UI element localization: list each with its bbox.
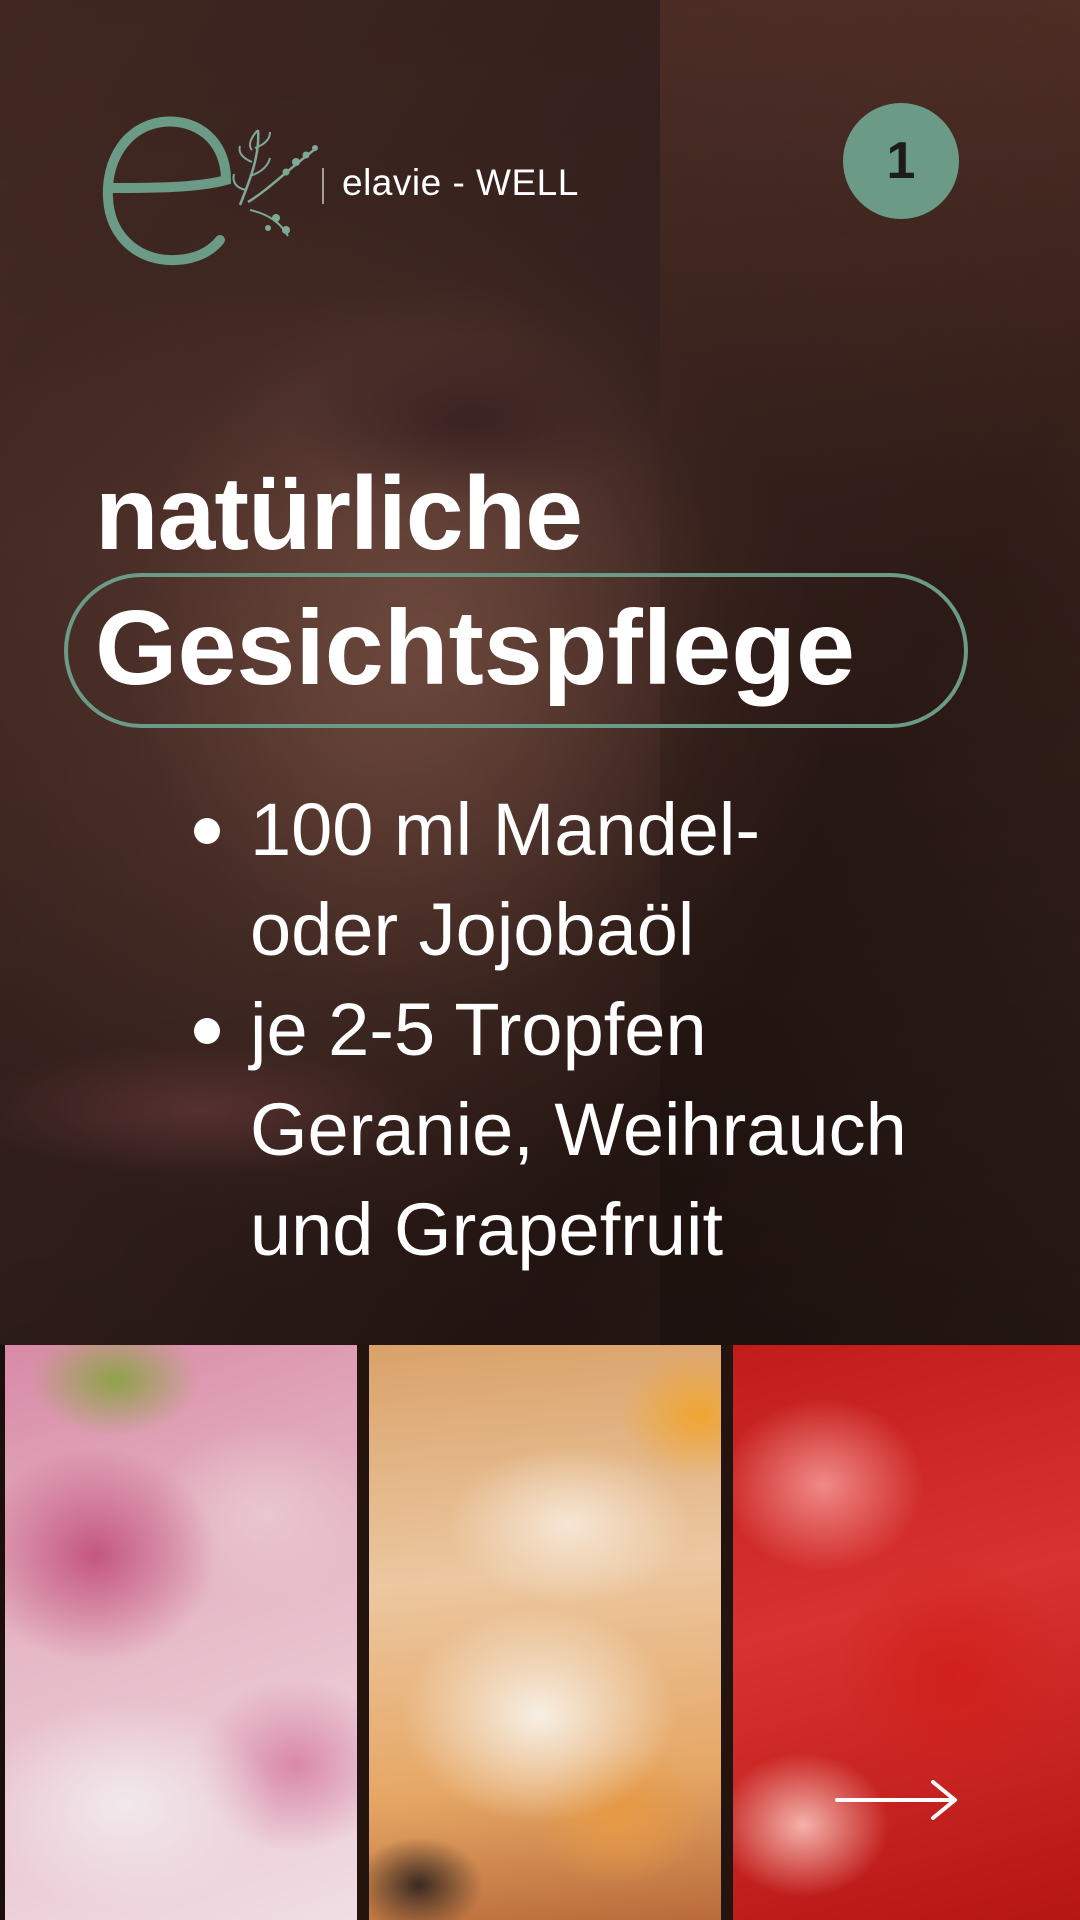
- arrow-right-icon[interactable]: [835, 1778, 960, 1822]
- title-line-2: Gesichtspflege: [95, 589, 855, 707]
- ingredient-line: und Grapefruit: [250, 1188, 724, 1271]
- bullet-dot: [194, 818, 220, 844]
- ingredient-line: je 2-5 Tropfen: [250, 988, 707, 1071]
- ingredient-item: 100 ml Mandel- oder Jojobaöl: [186, 780, 1006, 980]
- ingredient-line: Geranie, Weihrauch: [250, 1088, 907, 1171]
- bullet-dot: [194, 1018, 220, 1044]
- ingredient-line: oder Jojobaöl: [250, 888, 695, 971]
- elavie-logo-icon: [102, 116, 318, 266]
- ingredient-item: je 2-5 Tropfen Geranie, Weihrauch und Gr…: [186, 980, 1006, 1280]
- frankincense-photo: [369, 1345, 721, 1920]
- page-number-badge: 1: [843, 103, 959, 219]
- brand-name: elavie - WELL: [342, 162, 579, 203]
- brand-divider: [322, 168, 324, 204]
- geranium-photo: [5, 1345, 357, 1920]
- photo-divider: [721, 1345, 733, 1920]
- photo-divider: [357, 1345, 369, 1920]
- grapefruit-photo: [733, 1345, 1080, 1920]
- ingredient-line: 100 ml Mandel-: [250, 788, 761, 871]
- title-line-1: natürliche: [95, 456, 583, 572]
- ingredient-photo-strip: [0, 1345, 1080, 1920]
- ingredient-list: 100 ml Mandel- oder Jojobaöl je 2-5 Trop…: [186, 780, 1006, 1280]
